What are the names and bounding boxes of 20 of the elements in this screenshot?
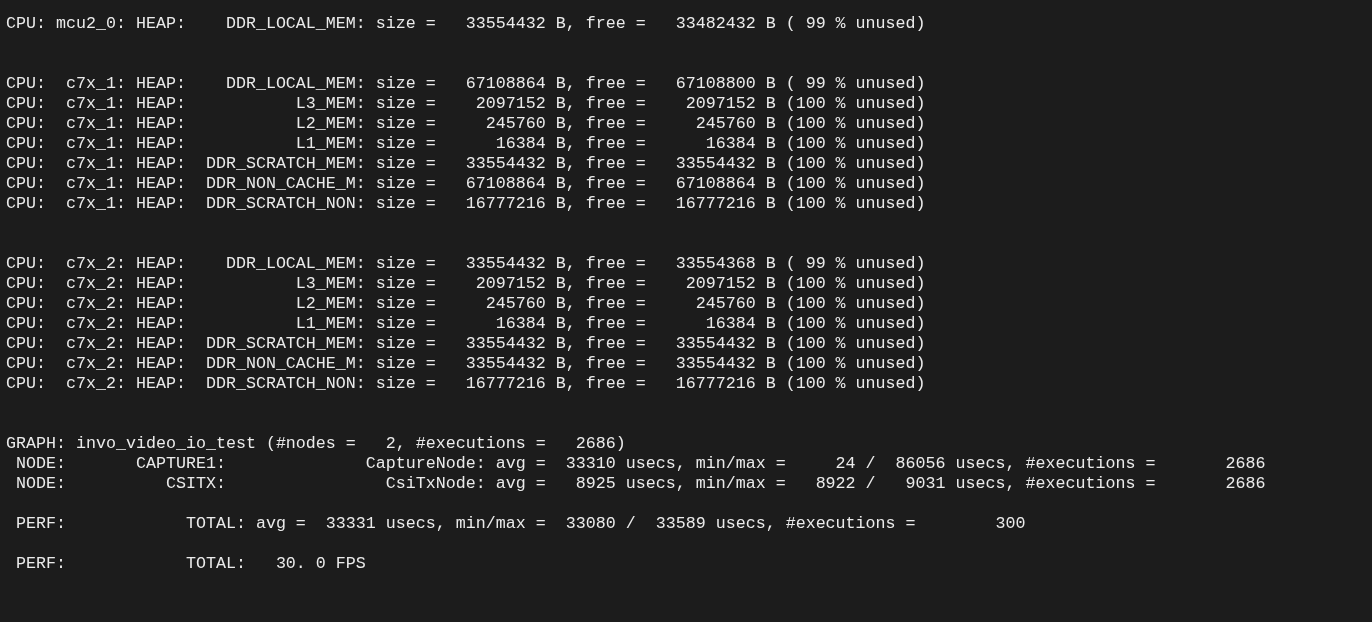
terminal-line: CPU: c7x_1: HEAP: L1_MEM: size = 16384 B, free = 16384 B (100 % unused) — [6, 134, 926, 154]
terminal-line: CPU: c7x_2: HEAP: DDR_NON_CACHE_M: size = 33554432 B, free = 33554432 B (100 % unused) — [6, 354, 926, 374]
terminal-line: CPU: c7x_1: HEAP: DDR_SCRATCH_MEM: size = 33554432 B, free = 33554432 B (100 % unused) — [6, 154, 926, 174]
terminal-line: CPU: c7x_1: HEAP: DDR_NON_CACHE_M: size = 67108864 B, free = 67108864 B (100 % unused) — [6, 174, 926, 194]
terminal-line: PERF: TOTAL: avg = 33331 usecs, min/max = 33080 / 33589 usecs, #executions = 300 — [15, 514, 1026, 534]
terminal-line: CPU: c7x_1: HEAP: DDR_SCRATCH_NON: size = 16777216 B, free = 16777216 B (100 % unused) — [6, 194, 926, 214]
terminal-line: CPU: c7x_2: HEAP: DDR_SCRATCH_MEM: size = 33554432 B, free = 33554432 B (100 % unused) — [6, 334, 926, 354]
terminal-line: NODE: CSITX: CsiTxNode: avg = 8925 usecs, min/max = 8922 / 9031 usecs, #executions = 2686 — [15, 474, 1266, 494]
terminal-line: CPU: mcu2_0: HEAP: DDR_LOCAL_MEM: size = 33554432 B, free = 33482432 B ( 99 % unused) — [6, 14, 926, 34]
terminal-line: NODE: CAPTURE1: CaptureNode: avg = 33310 usecs, min/max = 24 / 86056 usecs, #executions = 2686 — [15, 454, 1266, 474]
terminal-line: GRAPH: invo_video_io_test (#nodes = 2, #executions = 2686) — [6, 434, 626, 454]
terminal-line: CPU: c7x_2: HEAP: L3_MEM: size = 2097152 B, free = 2097152 B (100 % unused) — [6, 274, 926, 294]
terminal-line: CPU: c7x_1: HEAP: L3_MEM: size = 2097152 B, free = 2097152 B (100 % unused) — [6, 94, 926, 114]
terminal-line: CPU: c7x_1: HEAP: L2_MEM: size = 245760 B, free = 245760 B (100 % unused) — [6, 114, 926, 134]
terminal-line: CPU: c7x_2: HEAP: L1_MEM: size = 16384 B, free = 16384 B (100 % unused) — [6, 314, 926, 334]
terminal-line: CPU: c7x_2: HEAP: DDR_SCRATCH_NON: size = 16777216 B, free = 16777216 B (100 % unused) — [6, 374, 926, 394]
terminal-line: CPU: c7x_1: HEAP: DDR_LOCAL_MEM: size = 67108864 B, free = 67108800 B ( 99 % unused) — [6, 74, 926, 94]
terminal-line: PERF: TOTAL: 30. 0 FPS — [15, 554, 366, 574]
terminal-line: CPU: c7x_2: HEAP: DDR_LOCAL_MEM: size = 33554432 B, free = 33554368 B ( 99 % unused) — [6, 254, 926, 274]
terminal-line: CPU: c7x_2: HEAP: L2_MEM: size = 245760 B, free = 245760 B (100 % unused) — [6, 294, 926, 314]
